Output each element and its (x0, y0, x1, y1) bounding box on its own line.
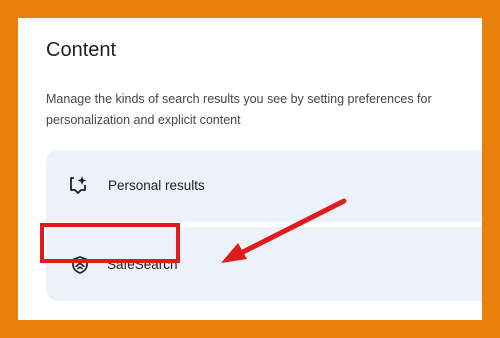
personal-results-label: Personal results (108, 178, 205, 193)
page-title: Content (46, 39, 117, 61)
personal-results-row[interactable]: Personal results (46, 150, 482, 222)
description-line-2: personalization and explicit content (46, 113, 241, 127)
page-description: Manage the kinds of search results you s… (46, 89, 482, 131)
description-line-1: Manage the kinds of search results you s… (46, 92, 432, 106)
content-settings-panel: Content Manage the kinds of search resul… (18, 18, 482, 320)
sparkle-comment-icon (68, 175, 88, 195)
annotation-highlight-box (40, 223, 180, 263)
